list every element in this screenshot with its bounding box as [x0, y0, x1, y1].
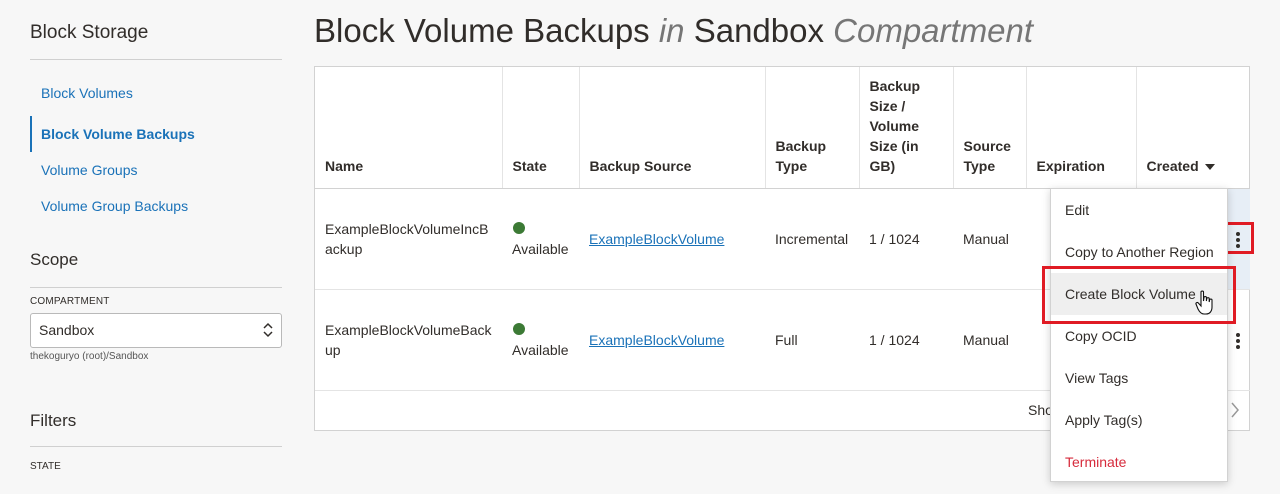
created-label: Created: [1146, 157, 1199, 174]
column-header-backup-source[interactable]: Backup Source: [579, 67, 766, 189]
backup-source-link[interactable]: ExampleBlockVolume: [589, 231, 724, 247]
cell-backup-type: Incremental: [765, 188, 859, 290]
sidebar-title: Block Storage: [30, 22, 282, 60]
sidebar-item-volume-group-backups[interactable]: Volume Group Backups: [30, 188, 282, 224]
select-chevron-icon: [263, 322, 273, 338]
menu-item-terminate[interactable]: Terminate: [1051, 441, 1227, 483]
scope-title: Scope: [30, 250, 282, 288]
menu-item-apply-tags[interactable]: Apply Tag(s): [1051, 399, 1227, 441]
page-title-main: Block Volume Backups: [314, 12, 650, 49]
cell-source-type: Manual: [953, 289, 1026, 391]
cell-size: 1 / 1024: [859, 289, 953, 391]
cell-source-type: Manual: [953, 188, 1026, 290]
page-title-in: in: [658, 12, 685, 49]
filters-title: Filters: [30, 411, 282, 447]
page-title: Block Volume Backups in Sandbox Compartm…: [314, 12, 1033, 50]
table-header-row: Name State Backup Source Backup Type Bac…: [315, 67, 1250, 189]
column-header-source-type[interactable]: Source Type: [953, 67, 1027, 189]
state-label: Available: [512, 341, 569, 358]
state-label: Available: [512, 240, 569, 257]
cell-size: 1 / 1024: [859, 188, 953, 290]
hand-pointer-icon: [1195, 290, 1213, 315]
sidebar-item-block-volume-backups[interactable]: Block Volume Backups: [30, 116, 282, 152]
cell-backup-source: ExampleBlockVolume: [579, 289, 765, 391]
state-filter-label: STATE: [30, 461, 61, 472]
cell-backup-source: ExampleBlockVolume: [579, 188, 765, 290]
compartment-label: COMPARTMENT: [30, 296, 110, 307]
sidebar-item-block-volumes[interactable]: Block Volumes: [30, 80, 282, 116]
cell-name: ExampleBlockVolumeBackup: [315, 289, 502, 391]
menu-item-edit[interactable]: Edit: [1051, 189, 1227, 231]
cell-state: Available: [502, 289, 579, 391]
cell-state: Available: [502, 188, 579, 290]
sidebar-item-volume-groups[interactable]: Volume Groups: [30, 152, 282, 188]
available-status-icon: [513, 322, 525, 335]
page-title-compartment: Sandbox: [693, 12, 824, 49]
sidebar: Block Storage Block Volumes Block Volume…: [30, 0, 282, 472]
sort-descending-icon: [1204, 163, 1215, 170]
compartment-select[interactable]: Sandbox: [30, 313, 282, 348]
sidebar-nav: Block Volumes Block Volume Backups Volum…: [30, 80, 282, 224]
cell-name: ExampleBlockVolumeIncBackup: [315, 188, 502, 290]
row-actions-kebab-icon[interactable]: [1236, 232, 1240, 250]
column-header-backup-type[interactable]: Backup Type: [765, 67, 860, 189]
cell-backup-type: Full: [765, 289, 859, 391]
compartment-value: Sandbox: [39, 322, 95, 338]
compartment-path: thekoguryo (root)/Sandbox: [30, 351, 149, 362]
row-actions-menu: Edit Copy to Another Region Create Block…: [1050, 188, 1228, 482]
column-header-created[interactable]: Created: [1136, 67, 1250, 189]
column-header-backup-size[interactable]: Backup Size / Volume Size (in GB): [859, 67, 954, 189]
page-title-suffix: Compartment: [833, 12, 1034, 49]
menu-item-view-tags[interactable]: View Tags: [1051, 357, 1227, 399]
column-header-state[interactable]: State: [502, 67, 580, 189]
backup-source-link[interactable]: ExampleBlockVolume: [589, 332, 724, 348]
available-status-icon: [513, 221, 525, 234]
column-header-name[interactable]: Name: [315, 67, 503, 189]
row-actions-kebab-icon[interactable]: [1236, 333, 1240, 351]
next-page-icon[interactable]: [1230, 402, 1240, 418]
column-header-expiration[interactable]: Expiration: [1026, 67, 1137, 189]
